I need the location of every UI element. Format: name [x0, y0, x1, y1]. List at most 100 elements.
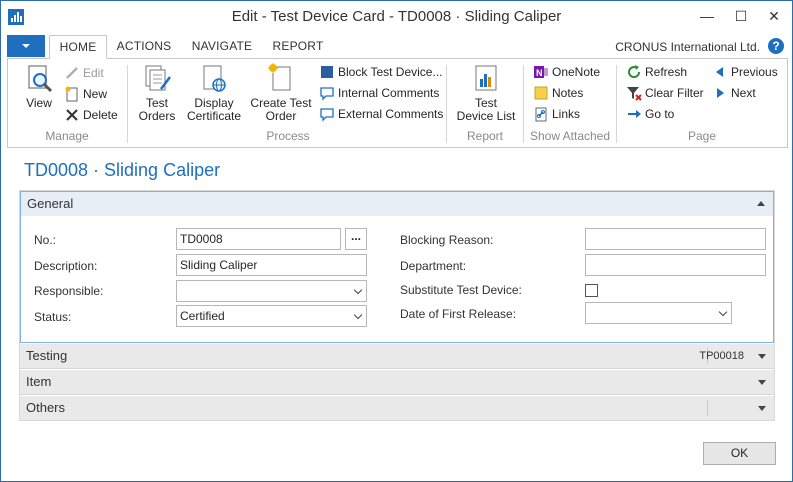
- title-bar: Edit - Test Device Card - TD0008 · Slidi…: [1, 1, 792, 33]
- clear-filter-button[interactable]: Clear Filter: [626, 84, 704, 102]
- display-certificate-label-1: Display: [194, 96, 234, 110]
- group-label-report: Report: [466, 129, 504, 143]
- edit-button[interactable]: Edit: [64, 64, 104, 82]
- tab-navigate[interactable]: NAVIGATE: [187, 35, 257, 59]
- refresh-icon: [628, 64, 641, 78]
- view-label: View: [26, 96, 52, 110]
- external-comments-button[interactable]: External Comments: [319, 105, 443, 123]
- refresh-label: Refresh: [645, 65, 688, 79]
- group-label-page: Page: [687, 129, 717, 143]
- block-square-icon: [321, 65, 333, 78]
- tab-home[interactable]: HOME: [49, 35, 107, 59]
- collapse-caret-icon: [757, 201, 765, 206]
- maximize-button[interactable]: ☐: [726, 5, 756, 27]
- view-magnifier-icon: [28, 65, 53, 93]
- sticky-note-icon: [534, 86, 548, 100]
- test-device-list-label-1: Test: [474, 96, 497, 110]
- fasttabs-container: General No.: TD0008 ... Description: Sli…: [19, 190, 775, 421]
- clear-filter-icon: [627, 86, 642, 101]
- fasttab-general-header[interactable]: General: [21, 192, 773, 216]
- go-to-label: Go to: [645, 107, 675, 121]
- tab-actions[interactable]: ACTIONS: [111, 35, 177, 59]
- test-device-list-button[interactable]: Test Device List: [450, 63, 522, 123]
- edit-label: Edit: [83, 66, 104, 80]
- report-chart-icon: [475, 65, 497, 91]
- status-value: Certified: [180, 309, 225, 323]
- ribbon-separator: [523, 65, 524, 143]
- new-document-icon: [65, 86, 78, 102]
- tab-report[interactable]: REPORT: [269, 35, 327, 59]
- previous-arrow-icon: [716, 66, 723, 77]
- fasttab-item[interactable]: Item: [20, 370, 774, 394]
- refresh-button[interactable]: Refresh: [626, 63, 687, 81]
- next-label: Next: [731, 86, 756, 100]
- close-button[interactable]: ✕: [759, 5, 789, 27]
- blocking-reason-label: Blocking Reason:: [400, 233, 494, 247]
- dialog-window: Edit - Test Device Card - TD0008 · Slidi…: [0, 0, 793, 482]
- external-comments-label: External Comments: [338, 107, 444, 121]
- no-field[interactable]: TD0008: [176, 228, 341, 250]
- expand-caret-icon: [758, 380, 766, 385]
- ribbon-separator: [616, 65, 617, 143]
- fasttab-item-title: Item: [26, 374, 52, 389]
- create-test-order-label-2: Order: [265, 109, 297, 123]
- description-field[interactable]: Sliding Caliper: [176, 254, 367, 276]
- no-label: No.:: [34, 233, 57, 247]
- previous-label: Previous: [731, 65, 778, 79]
- ribbon-separator: [127, 65, 128, 143]
- new-label: New: [83, 87, 108, 101]
- window-title: Edit - Test Device Card - TD0008 · Slidi…: [231, 8, 562, 25]
- status-select[interactable]: Certified: [176, 305, 367, 327]
- minimize-button[interactable]: —: [692, 5, 722, 27]
- expand-caret-icon: [758, 406, 766, 411]
- certificate-globe-icon: [203, 65, 226, 92]
- blocking-reason-field[interactable]: [585, 228, 766, 250]
- pencil-icon: [66, 66, 78, 79]
- test-orders-label-1: Test: [145, 96, 168, 110]
- create-test-order-button[interactable]: Create Test Order: [246, 63, 316, 123]
- department-field[interactable]: [585, 254, 766, 276]
- display-certificate-button[interactable]: Display Certificate: [185, 63, 243, 123]
- help-icon[interactable]: ?: [768, 38, 784, 54]
- fasttab-testing[interactable]: Testing TP00018: [20, 344, 774, 368]
- links-button[interactable]: Links: [533, 105, 580, 123]
- delete-x-icon: [66, 109, 78, 121]
- ribbon-tabs: HOME ACTIONS NAVIGATE REPORT CRONUS Inte…: [7, 35, 788, 59]
- fasttab-general-title: General: [27, 196, 74, 211]
- create-test-order-label-1: Create Test: [250, 96, 312, 110]
- delete-label: Delete: [83, 108, 118, 122]
- test-orders-button[interactable]: Test Orders: [134, 63, 180, 123]
- group-label-show-attached: Show Attached: [529, 129, 611, 143]
- internal-comments-button[interactable]: Internal Comments: [319, 84, 439, 102]
- display-certificate-label-2: Certificate: [186, 109, 242, 123]
- go-to-button[interactable]: Go to: [626, 105, 674, 123]
- substitute-test-device-checkbox[interactable]: [585, 284, 598, 297]
- test-device-list-label-2: Device List: [456, 109, 516, 123]
- previous-button[interactable]: Previous: [712, 63, 778, 81]
- next-button[interactable]: Next: [712, 84, 756, 102]
- onenote-label: OneNote: [552, 65, 601, 79]
- group-label-manage: Manage: [45, 129, 89, 143]
- chevron-down-icon: [718, 307, 728, 317]
- notes-button[interactable]: Notes: [533, 84, 583, 102]
- block-test-device-button[interactable]: Block Test Device...: [319, 63, 442, 81]
- links-label: Links: [552, 107, 581, 121]
- group-label-process: Process: [266, 129, 310, 143]
- comment-bubble-icon: [320, 108, 334, 122]
- go-to-arrow-icon: [628, 109, 641, 118]
- fasttab-others[interactable]: Others: [20, 396, 774, 420]
- group-report: Test Device List Report: [448, 59, 522, 147]
- fasttab-divider: [20, 368, 774, 369]
- application-menu-button[interactable]: [7, 35, 45, 57]
- responsible-select[interactable]: [176, 280, 367, 302]
- delete-button[interactable]: Delete: [64, 106, 118, 124]
- date-of-first-release-select[interactable]: [585, 302, 732, 324]
- no-assist-button[interactable]: ...: [345, 228, 367, 250]
- ok-button[interactable]: OK: [703, 442, 776, 465]
- department-label: Department:: [400, 259, 467, 273]
- onenote-button[interactable]: N OneNote: [533, 63, 600, 81]
- view-button[interactable]: View: [20, 63, 58, 110]
- group-process: Test Orders Display Certificate Create T…: [130, 59, 446, 147]
- new-button[interactable]: New: [64, 85, 107, 103]
- dropdown-arrow-icon: [22, 44, 30, 48]
